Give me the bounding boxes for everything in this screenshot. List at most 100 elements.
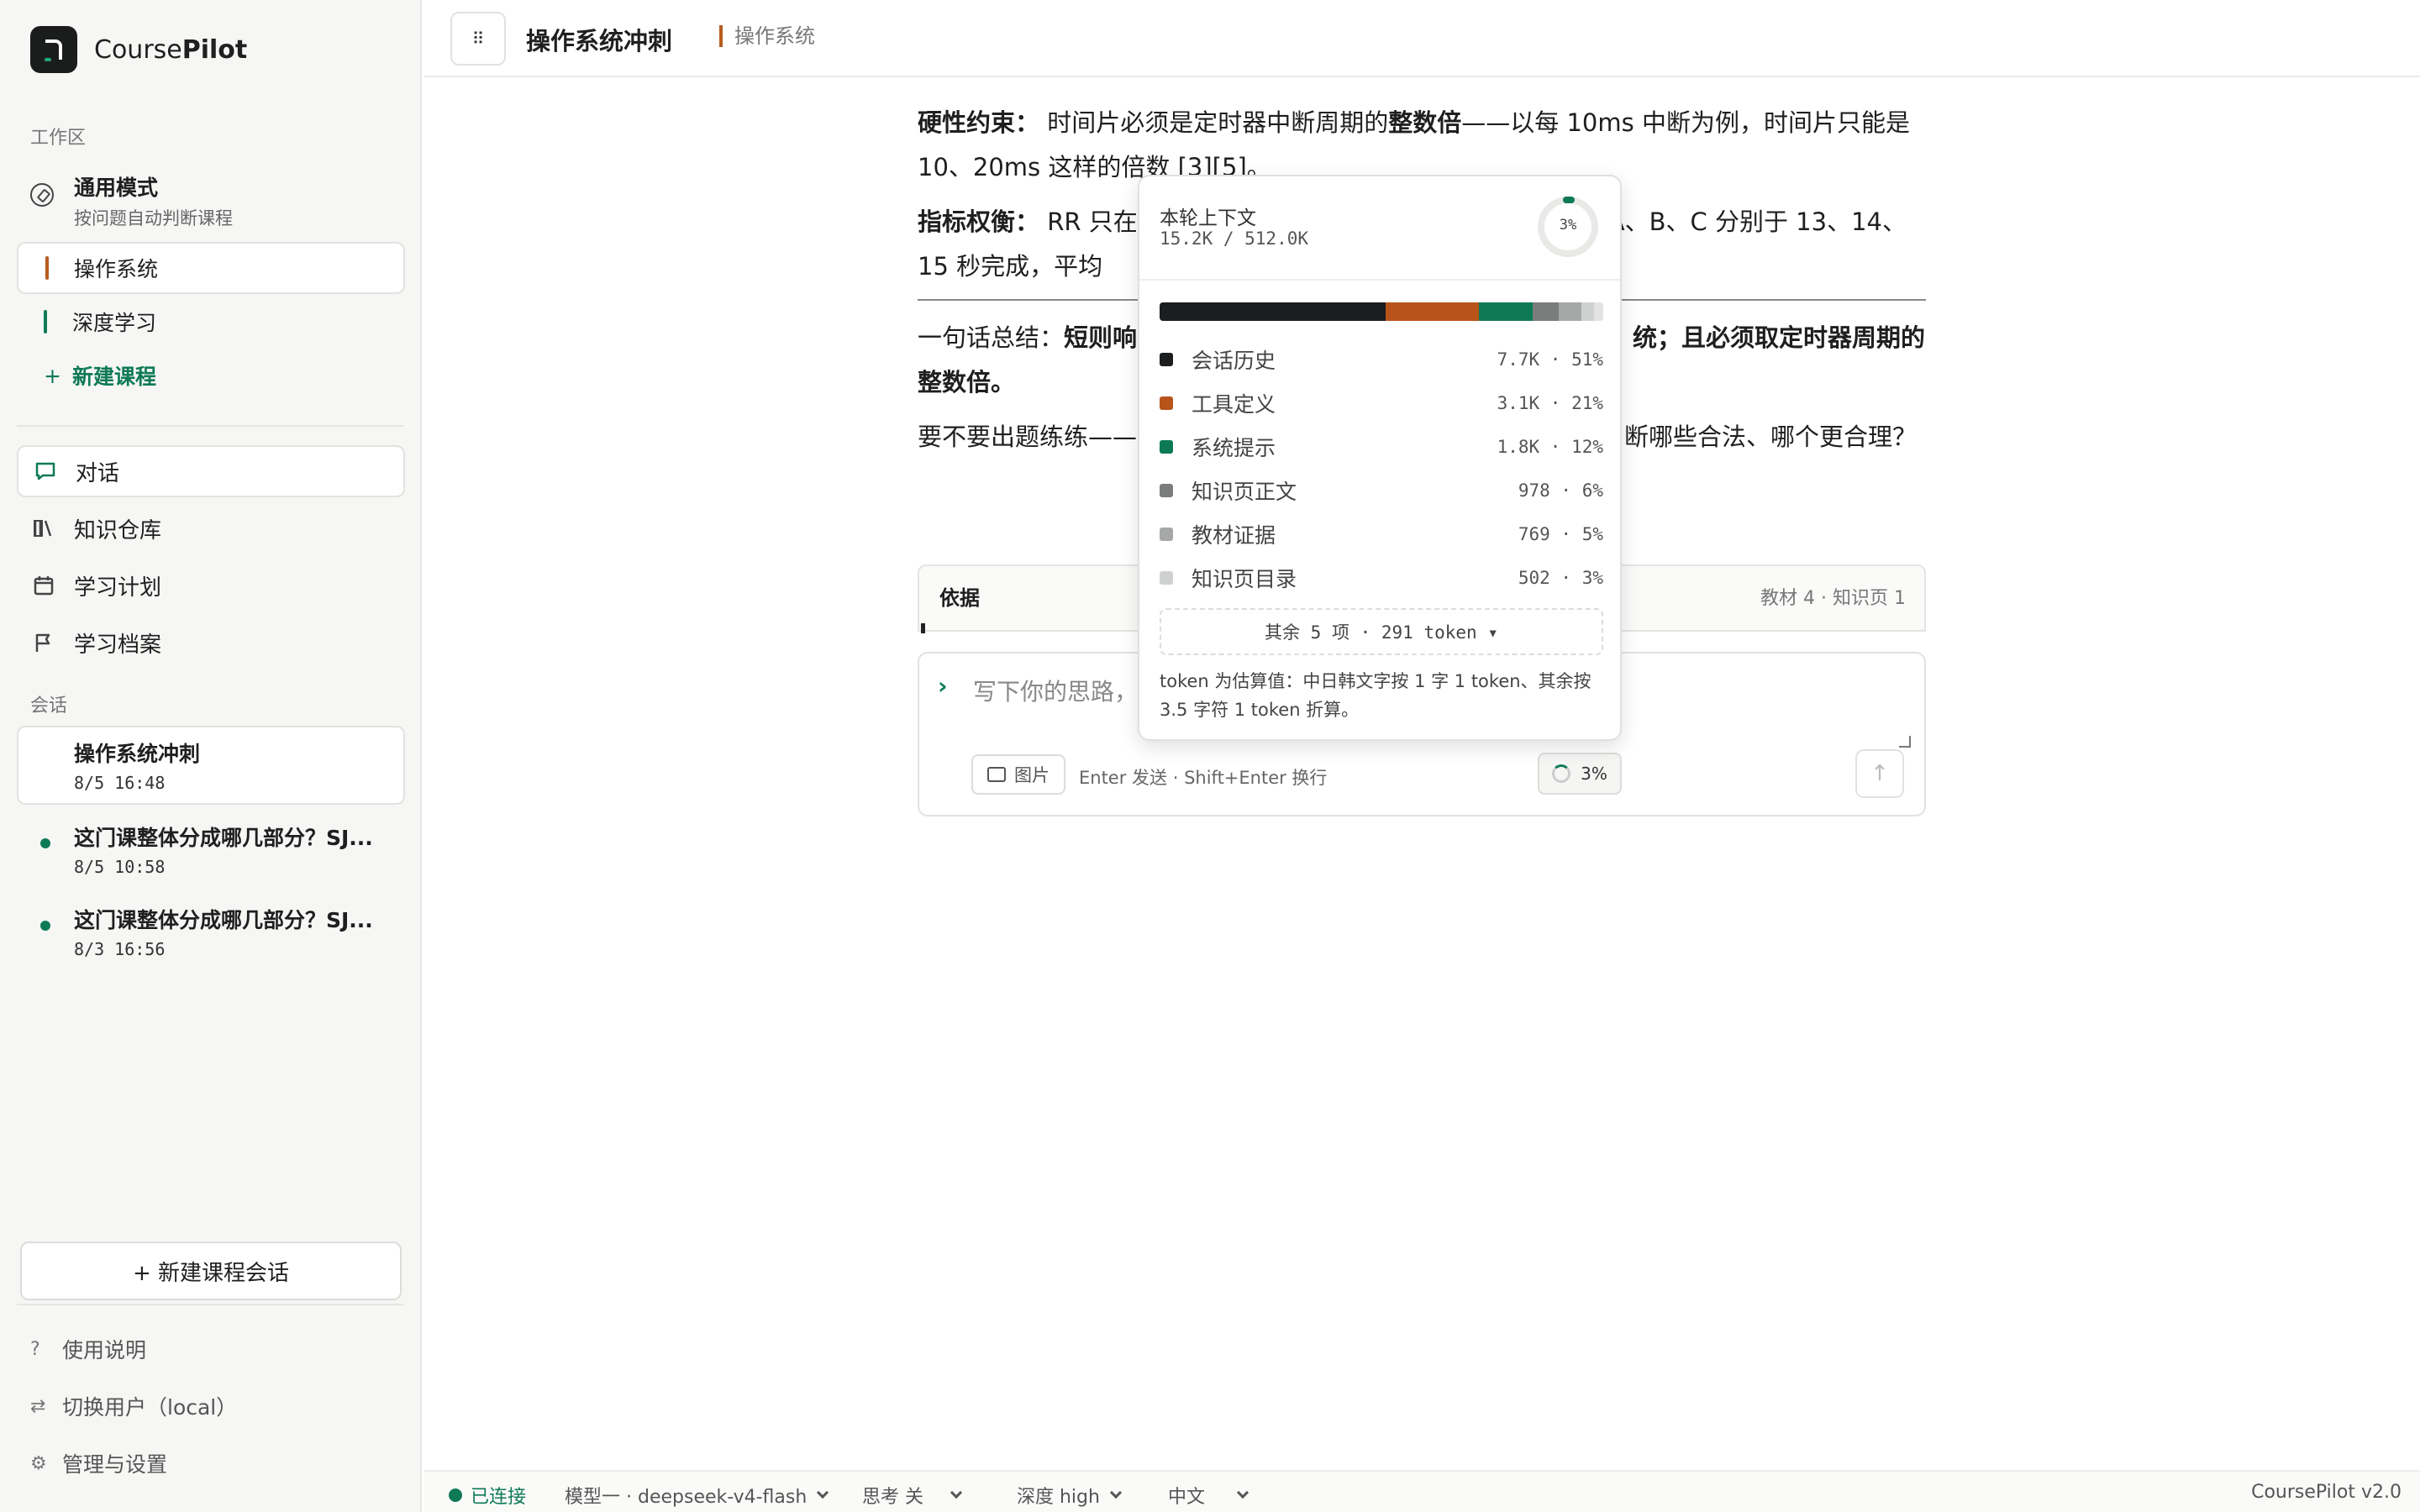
session-list: 操作系统冲刺 8/5 16:48 这门课整体分成哪几部分？SJ... 8/5 1… bbox=[17, 726, 405, 976]
course-item-dl[interactable]: 深度学习 bbox=[17, 296, 405, 348]
arrow-up-icon: ↑ bbox=[1870, 761, 1889, 786]
swap-icon: ⇄ bbox=[30, 1395, 46, 1417]
usage-segment bbox=[1532, 302, 1560, 321]
calendar-icon bbox=[34, 576, 54, 596]
settings-link[interactable]: ⚙ 管理与设置 bbox=[30, 1448, 167, 1478]
library-icon bbox=[34, 520, 52, 537]
brand[interactable]: CoursePilot bbox=[30, 25, 247, 74]
compass-icon bbox=[30, 183, 54, 207]
course-item-os[interactable]: 操作系统 bbox=[17, 242, 405, 294]
swatch bbox=[1160, 353, 1173, 366]
sidebar-divider bbox=[17, 425, 403, 427]
sessions-label: 会话 bbox=[30, 696, 68, 717]
model-select[interactable]: 模型一 · deepseek-v4-flash bbox=[565, 1482, 829, 1509]
usage-breakdown: 会话历史 7.7K · 51% 工具定义 3.1K · 21% 系统提示 1.8K ·… bbox=[1160, 338, 1603, 600]
connection-status: 已连接 bbox=[449, 1482, 526, 1509]
new-session-button[interactable]: + 新建课程会话 bbox=[20, 1242, 402, 1300]
course-color-bar bbox=[44, 310, 47, 333]
usage-row: 系统提示 1.8K · 12% bbox=[1160, 425, 1603, 469]
session-date: 8/5 10:58 bbox=[74, 857, 166, 877]
switch-user-link[interactable]: ⇄ 切换用户（local） bbox=[30, 1391, 237, 1421]
breadcrumb[interactable]: 操作系统 bbox=[719, 25, 815, 47]
swatch bbox=[1160, 528, 1173, 541]
popover-divider bbox=[1139, 279, 1620, 281]
depth-select[interactable]: 深度 high bbox=[1017, 1482, 1123, 1509]
sources-meta: 教材 4 · 知识页 1 bbox=[1760, 588, 1906, 609]
swatch bbox=[1160, 571, 1173, 585]
usage-segment bbox=[1581, 302, 1595, 321]
token-note: token 为估算值：中日韩文字按 1 字 1 token、其余按 3.5 字符… bbox=[1160, 671, 1591, 720]
keyboard-hint: Enter 发送 · Shift+Enter 换行 bbox=[1079, 768, 1328, 788]
usage-segment bbox=[1559, 302, 1581, 321]
usage-percent: 3% bbox=[1559, 217, 1577, 234]
progress-ring-icon bbox=[1552, 764, 1571, 783]
session-title: 操作系统冲刺 bbox=[74, 742, 201, 766]
language-select[interactable]: 中文 bbox=[1168, 1482, 1249, 1509]
course-label: 深度学习 bbox=[72, 311, 157, 335]
session-title: 这门课整体分成哪几部分？SJ... bbox=[74, 908, 373, 932]
flag-icon bbox=[35, 633, 50, 652]
usage-row: 教材证据 769 · 5% bbox=[1160, 512, 1603, 556]
chevron-down-icon bbox=[950, 1486, 963, 1499]
workspace-label: 工作区 bbox=[30, 128, 87, 149]
nav-item-plan[interactable]: 学习计划 bbox=[17, 559, 405, 612]
session-item[interactable]: 这门课整体分成哪几部分？SJ... 8/3 16:56 bbox=[17, 894, 405, 969]
swatch bbox=[1160, 484, 1173, 497]
swatch bbox=[1160, 396, 1173, 410]
usage-segment-other bbox=[1594, 302, 1603, 321]
chevron-right-icon[interactable]: › bbox=[938, 672, 948, 700]
context-popover: 本轮上下文 15.2K / 512.0K 3% 会话历史 7.7K · 51% 工… bbox=[1138, 175, 1622, 741]
page-title: 操作系统冲刺 bbox=[526, 27, 673, 55]
mode-selector[interactable]: 通用模式 按问题自动判断课程 bbox=[17, 165, 405, 228]
main-nav: 对话 知识仓库 学习计划 学习档案 bbox=[17, 445, 405, 674]
sidebar: CoursePilot 工作区 通用模式 按问题自动判断课程 操作系统 深度学习… bbox=[0, 0, 422, 1512]
session-title: 这门课整体分成哪几部分？SJ... bbox=[74, 826, 373, 850]
status-dot bbox=[40, 838, 50, 848]
mode-subtitle: 按问题自动判断课程 bbox=[74, 208, 233, 228]
usage-ring: 3% bbox=[1538, 197, 1598, 257]
message-input[interactable]: 写下你的思路， bbox=[973, 674, 1138, 707]
status-bar: 已连接 模型一 · deepseek-v4-flash 思考 关 深度 high… bbox=[424, 1470, 2420, 1512]
nav-item-profile[interactable]: 学习档案 bbox=[17, 617, 405, 669]
usage-ring-arc bbox=[1563, 197, 1575, 203]
usage-row: 知识页正文 978 · 6% bbox=[1160, 469, 1603, 512]
sidebar-divider bbox=[17, 1304, 403, 1305]
chevron-down-icon bbox=[1109, 1486, 1123, 1499]
session-item[interactable]: 这门课整体分成哪几部分？SJ... 8/5 10:58 bbox=[17, 811, 405, 887]
brand-name: CoursePilot bbox=[94, 34, 248, 65]
status-dot bbox=[449, 1488, 462, 1502]
scroll-marker bbox=[921, 623, 925, 633]
help-icon: ? bbox=[30, 1338, 40, 1360]
usage-stacked-bar bbox=[1160, 302, 1603, 321]
toggle-sidebar-button[interactable]: ⠿ bbox=[450, 12, 506, 66]
new-course-button[interactable]: + 新建课程 bbox=[17, 349, 405, 402]
session-date: 8/3 16:56 bbox=[74, 939, 166, 959]
usage-row: 工具定义 3.1K · 21% bbox=[1160, 381, 1603, 425]
grid-icon: ⠿ bbox=[471, 29, 485, 49]
status-dot bbox=[40, 921, 50, 931]
context-title: 本轮上下文 bbox=[1160, 207, 1256, 229]
chevron-down-icon bbox=[1236, 1486, 1249, 1499]
send-button[interactable]: ↑ bbox=[1855, 749, 1904, 798]
session-date: 8/5 16:48 bbox=[74, 773, 166, 793]
chevron-down-icon bbox=[817, 1486, 829, 1499]
nav-item-library[interactable]: 知识仓库 bbox=[17, 502, 405, 554]
top-header: ⠿ 操作系统冲刺 操作系统 bbox=[424, 0, 2420, 77]
course-list: 操作系统 深度学习 + 新建课程 bbox=[17, 242, 405, 403]
thinking-select[interactable]: 思考 关 bbox=[862, 1482, 963, 1509]
session-item[interactable]: 操作系统冲刺 8/5 16:48 bbox=[17, 726, 405, 805]
help-link[interactable]: ? 使用说明 bbox=[30, 1334, 146, 1364]
nav-item-chat[interactable]: 对话 bbox=[17, 445, 405, 497]
usage-row: 会话历史 7.7K · 51% bbox=[1160, 338, 1603, 381]
usage-segment bbox=[1386, 302, 1480, 321]
resize-handle[interactable] bbox=[1899, 736, 1911, 748]
chat-icon bbox=[35, 462, 55, 480]
context-usage-button[interactable]: 3% bbox=[1538, 753, 1622, 795]
more-items-toggle[interactable]: 其余 5 项 · 291 token ▾ bbox=[1160, 608, 1603, 655]
logo-icon bbox=[30, 26, 77, 73]
attach-image-button[interactable]: 图片 bbox=[971, 754, 1065, 795]
app-version: CoursePilot v2.0 bbox=[2251, 1482, 2402, 1503]
context-usage: 15.2K / 512.0K bbox=[1160, 228, 1309, 249]
image-icon bbox=[987, 767, 1006, 782]
sources-label: 依据 bbox=[939, 586, 980, 610]
